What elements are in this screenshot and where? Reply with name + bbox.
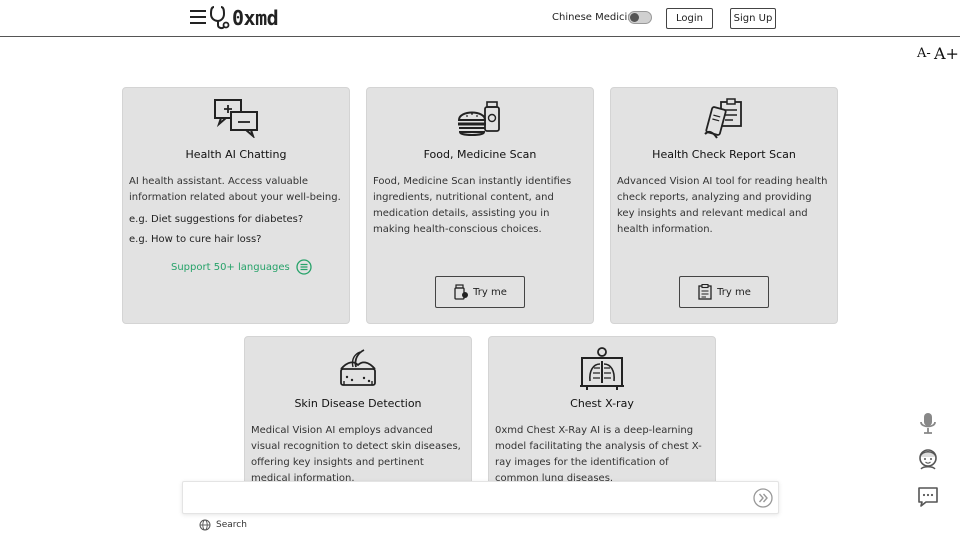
menu-icon[interactable] bbox=[190, 10, 206, 24]
bottle-icon bbox=[454, 284, 469, 300]
chinese-medicine-label: Chinese Medicine bbox=[552, 12, 640, 23]
login-button[interactable]: Login bbox=[666, 8, 713, 29]
avatar-button[interactable] bbox=[916, 447, 940, 471]
clipboard-icon bbox=[698, 284, 712, 300]
top-header: 0xmd Chinese Medicine Login Sign Up bbox=[0, 0, 960, 37]
languages-label: Support 50+ languages bbox=[171, 261, 290, 273]
example-item[interactable]: e.g. How to cure hair loss? bbox=[129, 230, 303, 250]
chat-input[interactable] bbox=[189, 486, 749, 510]
logo[interactable]: 0xmd bbox=[210, 5, 279, 31]
stethoscope-icon bbox=[210, 6, 230, 30]
card-skin-disease-detection[interactable]: Skin Disease Detection Medical Vision AI… bbox=[244, 336, 472, 486]
chat-bar bbox=[182, 481, 779, 514]
search-toggle[interactable]: Search bbox=[199, 519, 247, 531]
send-button[interactable] bbox=[753, 488, 773, 508]
card-description: Medical Vision AI employs advanced visua… bbox=[251, 425, 461, 484]
list-circle-icon bbox=[296, 259, 312, 275]
signup-button[interactable]: Sign Up bbox=[730, 8, 776, 29]
try-me-button[interactable]: Try me bbox=[679, 276, 769, 308]
toggle-knob bbox=[630, 13, 639, 22]
card-title: Health AI Chatting bbox=[185, 148, 287, 161]
try-me-label: Try me bbox=[473, 286, 507, 298]
card-title: Skin Disease Detection bbox=[294, 397, 422, 410]
card-chest-xray[interactable]: Chest X-ray 0xmd Chest X-Ray AI is a dee… bbox=[488, 336, 716, 486]
languages-link[interactable]: Support 50+ languages bbox=[171, 259, 312, 275]
card-health-ai-chatting[interactable]: Health AI Chatting AI health assistant. … bbox=[122, 87, 350, 324]
logo-text: 0xmd bbox=[232, 6, 279, 30]
search-label: Search bbox=[216, 520, 247, 530]
message-icon bbox=[918, 487, 938, 507]
card-description: Advanced Vision AI tool for reading heal… bbox=[617, 176, 828, 235]
microphone-button[interactable] bbox=[916, 411, 940, 435]
card-health-check-report-scan[interactable]: Health Check Report Scan Advanced Vision… bbox=[610, 87, 838, 324]
chat-bubbles-icon bbox=[214, 99, 258, 138]
chinese-medicine-toggle[interactable] bbox=[628, 11, 652, 24]
card-description: Food, Medicine Scan instantly identifies… bbox=[373, 176, 572, 235]
try-me-button[interactable]: Try me bbox=[435, 276, 525, 308]
example-item[interactable]: e.g. Diet suggestions for diabetes? bbox=[129, 210, 303, 230]
globe-icon bbox=[199, 519, 211, 531]
skin-icon bbox=[340, 349, 376, 386]
card-food-medicine-scan[interactable]: Food, Medicine Scan Food, Medicine Scan … bbox=[366, 87, 594, 324]
send-icon bbox=[753, 488, 773, 508]
avatar-icon bbox=[919, 449, 937, 470]
font-decrease-button[interactable]: A- bbox=[917, 46, 931, 61]
card-description: 0xmd Chest X-Ray AI is a deep-learning m… bbox=[495, 425, 702, 484]
report-scan-icon bbox=[704, 98, 742, 139]
try-me-label: Try me bbox=[717, 286, 751, 298]
font-increase-button[interactable]: A+ bbox=[934, 44, 959, 63]
card-title: Food, Medicine Scan bbox=[423, 148, 537, 161]
burger-bottle-icon bbox=[457, 101, 500, 136]
card-description: AI health assistant. Access valuable inf… bbox=[129, 176, 341, 203]
card-title: Health Check Report Scan bbox=[652, 148, 796, 161]
card-title: Chest X-ray bbox=[570, 397, 634, 410]
microphone-icon bbox=[920, 413, 936, 434]
feedback-button[interactable] bbox=[916, 485, 940, 509]
examples-list: e.g. Diet suggestions for diabetes? e.g.… bbox=[129, 210, 303, 250]
xray-icon bbox=[580, 347, 624, 390]
